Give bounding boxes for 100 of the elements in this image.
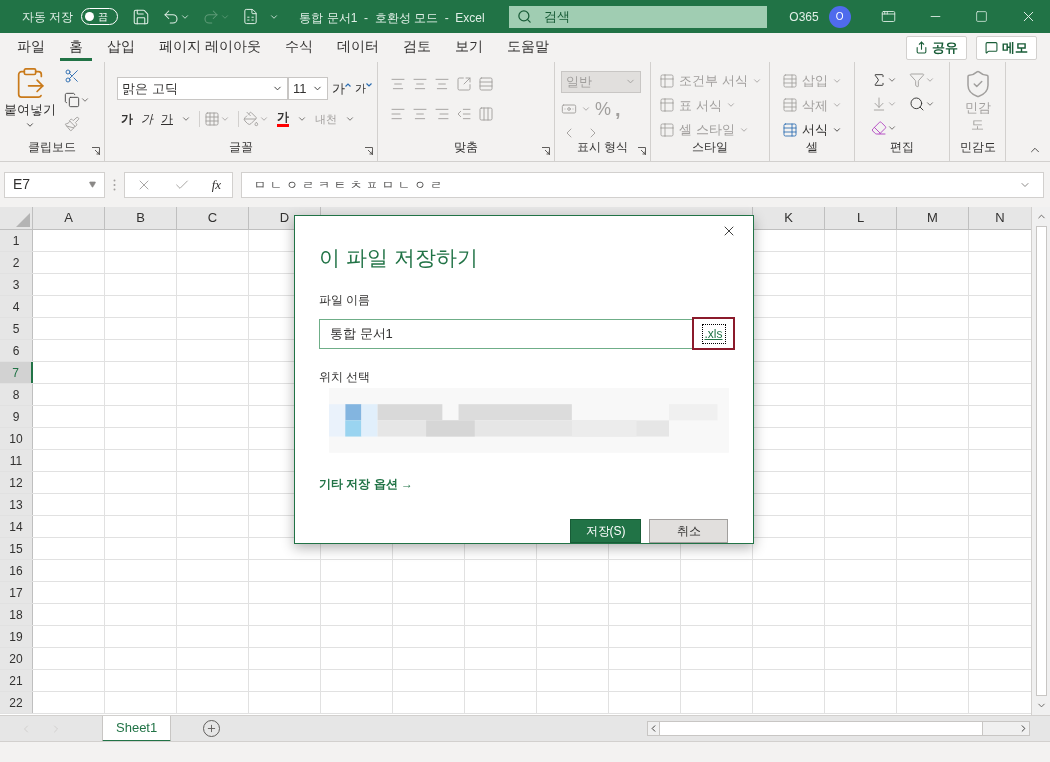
paste-button[interactable]: 붙여넣기: [4, 66, 56, 138]
find-icon[interactable]: [909, 96, 925, 112]
column-header[interactable]: N: [969, 207, 1031, 229]
avatar[interactable]: O: [828, 5, 851, 28]
undo-icon[interactable]: [162, 7, 181, 26]
ribbon-display-icon[interactable]: [880, 9, 896, 24]
cancel-button[interactable]: 취소: [649, 519, 728, 543]
bottom-align-icon[interactable]: [434, 76, 450, 92]
bold-button[interactable]: 가: [121, 110, 133, 128]
row-header[interactable]: 4: [0, 296, 33, 317]
top-align-icon[interactable]: [390, 76, 406, 92]
row-header[interactable]: 18: [0, 604, 33, 625]
caret-icon[interactable]: [925, 75, 935, 85]
middle-align-icon[interactable]: [412, 76, 428, 92]
align-center-icon[interactable]: [412, 106, 428, 122]
ribbon-tab[interactable]: 페이지 레이아웃: [150, 34, 270, 61]
maximize-icon[interactable]: [974, 10, 988, 23]
sort-filter-icon[interactable]: [909, 72, 925, 88]
row-header[interactable]: 5: [0, 318, 33, 339]
name-box[interactable]: E7: [4, 171, 105, 198]
copy-icon[interactable]: [64, 92, 80, 108]
caret-icon[interactable]: [181, 114, 191, 124]
italic-button[interactable]: 가: [141, 110, 153, 128]
ribbon-tab[interactable]: 삽입: [98, 34, 144, 61]
row-header[interactable]: 14: [0, 516, 33, 537]
font-color-button[interactable]: 가: [277, 111, 289, 127]
font-size-field[interactable]: 11: [288, 77, 328, 100]
save-icon[interactable]: [132, 7, 151, 26]
row-header[interactable]: 22: [0, 692, 33, 713]
vertical-scrollbar[interactable]: [1031, 207, 1050, 715]
sheet-tab[interactable]: Sheet1: [102, 715, 172, 742]
decrease-font-button[interactable]: 가: [355, 80, 372, 97]
align-left-icon[interactable]: [390, 106, 406, 122]
ribbon-tab[interactable]: 데이터: [327, 34, 388, 61]
caret-icon[interactable]: [80, 95, 90, 105]
format-painter-icon[interactable]: [64, 116, 80, 132]
insert-function-button[interactable]: fx: [211, 174, 222, 195]
row-header[interactable]: 16: [0, 560, 33, 581]
row-header[interactable]: 1: [0, 230, 33, 251]
row-header[interactable]: 3: [0, 274, 33, 295]
merge-cells-icon[interactable]: [478, 106, 494, 122]
file-type-button[interactable]: .xls: [692, 317, 735, 351]
dialog-launcher-icon[interactable]: [365, 147, 373, 155]
formula-field[interactable]: ㅁㄴㅇㄹㅋㅌㅊㅍㅁㄴㅇㄹ: [241, 171, 1044, 198]
column-header[interactable]: M: [897, 207, 969, 229]
ribbon-tab[interactable]: 홈: [60, 34, 92, 61]
search-field[interactable]: 검색: [509, 5, 768, 28]
fill-color-icon[interactable]: [243, 111, 259, 127]
caret-icon[interactable]: [297, 114, 307, 124]
caret-icon[interactable]: [259, 114, 269, 124]
column-header[interactable]: B: [105, 207, 177, 229]
decrease-indent-icon[interactable]: [456, 106, 472, 122]
caret-icon[interactable]: [220, 114, 230, 124]
save-button[interactable]: 저장(S): [570, 519, 641, 543]
select-all-icon[interactable]: [16, 213, 30, 227]
row-header[interactable]: 9: [0, 406, 33, 427]
file-name-field[interactable]: 통합 문서1: [319, 318, 692, 349]
fill-icon[interactable]: [871, 96, 887, 112]
row-header[interactable]: 19: [0, 626, 33, 647]
row-header[interactable]: 8: [0, 384, 33, 405]
dialog-launcher-icon[interactable]: [638, 147, 646, 155]
cut-icon[interactable]: [64, 68, 80, 84]
ribbon-tab[interactable]: 파일: [8, 34, 54, 61]
row-header[interactable]: 2: [0, 252, 33, 273]
increase-font-button[interactable]: 가: [332, 78, 351, 99]
ribbon-tab[interactable]: 보기: [445, 34, 492, 61]
ribbon-tab[interactable]: 도움말: [497, 34, 558, 61]
more-options-link[interactable]: 기타 저장 옵션 →: [319, 475, 413, 493]
row-header[interactable]: 11: [0, 450, 33, 471]
row-header[interactable]: 15: [0, 538, 33, 559]
sum-icon[interactable]: [871, 72, 887, 88]
row-header[interactable]: 20: [0, 648, 33, 669]
underline-button[interactable]: 가: [161, 110, 173, 128]
column-header[interactable]: C: [177, 207, 249, 229]
row-header[interactable]: 6: [0, 340, 33, 361]
clear-icon[interactable]: [871, 120, 887, 136]
form-icon[interactable]: [242, 8, 260, 25]
caret-icon[interactable]: [925, 99, 935, 109]
row-header[interactable]: 17: [0, 582, 33, 603]
row-header[interactable]: 21: [0, 670, 33, 691]
caret-icon[interactable]: [887, 75, 897, 85]
column-header[interactable]: A: [33, 207, 105, 229]
align-right-icon[interactable]: [434, 106, 450, 122]
share-button[interactable]: 공유: [906, 35, 967, 60]
caret-icon[interactable]: [887, 123, 897, 133]
row-header[interactable]: 7: [0, 362, 33, 383]
borders-icon[interactable]: [204, 111, 220, 127]
ribbon-tab[interactable]: 검토: [393, 34, 440, 61]
dialog-launcher-icon[interactable]: [92, 147, 100, 155]
dialog-launcher-icon[interactable]: [542, 147, 550, 155]
caret-icon[interactable]: [345, 114, 355, 124]
comments-button[interactable]: 메모: [976, 35, 1037, 60]
drag-handle-icon[interactable]: [113, 178, 116, 191]
row-header[interactable]: 10: [0, 428, 33, 449]
caret-icon[interactable]: [887, 99, 897, 109]
row-header[interactable]: 13: [0, 494, 33, 515]
horizontal-scrollbar[interactable]: [647, 721, 1030, 736]
font-name-field[interactable]: 맑은 고딕: [117, 77, 288, 100]
ribbon-tab[interactable]: 수식: [275, 34, 322, 61]
column-header[interactable]: L: [825, 207, 897, 229]
